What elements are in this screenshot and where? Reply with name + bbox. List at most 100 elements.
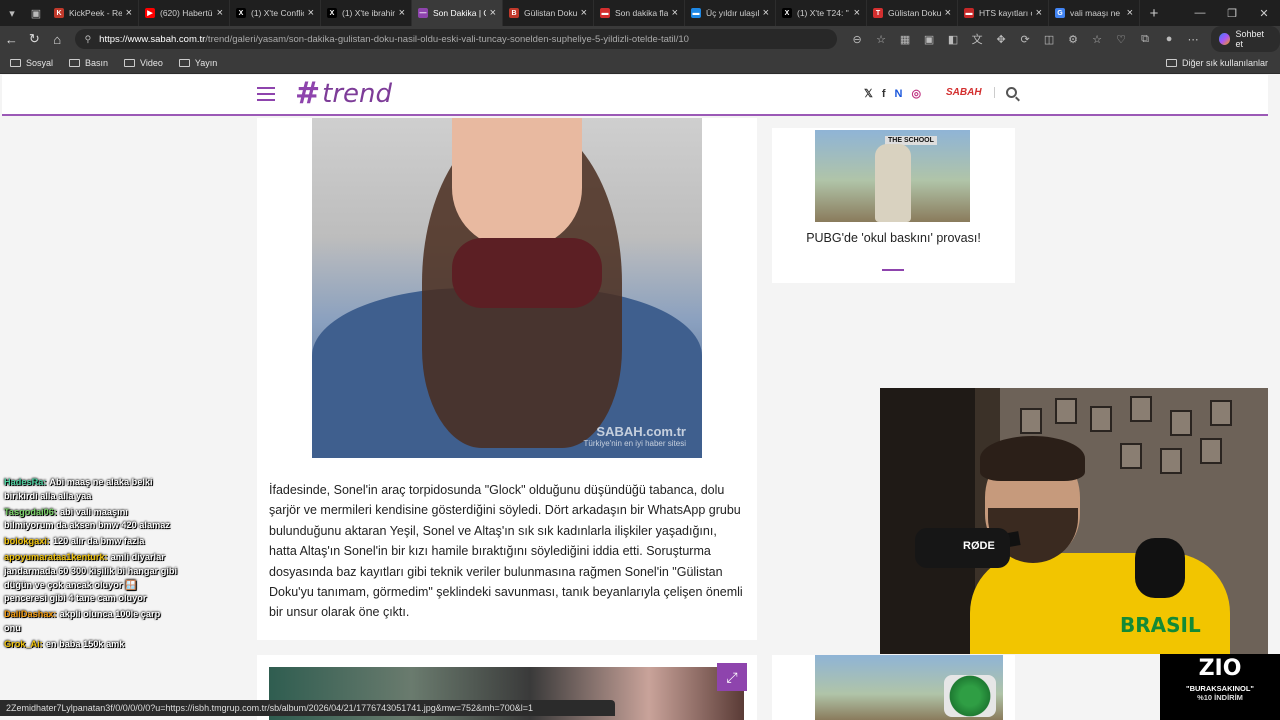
tab-title: KickPeek - Rea — [69, 8, 122, 18]
browser-tab[interactable]: T Gülistan Doku × — [867, 0, 958, 26]
browser-tab[interactable]: — Son Dakika | G × — [412, 0, 503, 26]
favorite-star-icon[interactable]: ☆ — [869, 33, 893, 46]
expand-icon[interactable]: ⤢ — [717, 663, 747, 691]
tab-close-icon[interactable]: × — [581, 7, 587, 19]
tab-menu-icon[interactable]: ▾ — [0, 0, 24, 26]
tab-close-icon[interactable]: × — [1036, 7, 1042, 19]
reload-icon[interactable]: ↻ — [23, 31, 46, 47]
status-url: https://isbh.tmgrup.com.tr/sb/album/2026… — [165, 703, 534, 713]
reader-icon[interactable]: ⊖ — [845, 33, 869, 46]
chat-username: apoyumarataa1kenturk: — [4, 551, 108, 562]
tab-close-icon[interactable]: × — [854, 7, 860, 19]
browser-tab[interactable]: Gvali maaşı ne k × — [1049, 0, 1140, 26]
tab-close-icon[interactable]: × — [126, 7, 132, 19]
instagram-icon[interactable]: ◎ — [912, 87, 922, 100]
related-news-card[interactable]: THE SCHOOL PUBG'de 'okul baskını' provas… — [772, 128, 1015, 283]
logo-word: trend — [322, 79, 393, 109]
folder-icon — [124, 58, 136, 67]
tab-close-icon[interactable]: × — [1127, 7, 1133, 19]
minimize-icon[interactable]: — — [1184, 7, 1216, 20]
watermark-sub: Türkiye'nin en iyi haber sitesi — [583, 439, 686, 448]
browser-tab[interactable]: X (1) X'te Conflic × — [230, 0, 321, 26]
search-icon[interactable] — [1006, 87, 1017, 98]
extension-icon[interactable]: ▣ — [917, 33, 941, 46]
tab-title: HTS kayıtları o — [979, 8, 1032, 18]
bookmark-label: Sosyal — [26, 57, 54, 68]
facebook-icon[interactable]: f — [882, 88, 886, 100]
other-favorites-label: Diğer sık kullanılanlar — [1181, 57, 1268, 68]
news-icon[interactable]: N — [895, 88, 903, 100]
tab-favicon-icon: — — [418, 8, 428, 18]
back-icon[interactable]: ← — [0, 32, 23, 47]
tab-title: Üç yıldır ulaşıl — [706, 8, 759, 18]
watermark-main: SABAH.com.tr — [596, 424, 686, 439]
translate-icon[interactable]: 文 — [965, 31, 989, 47]
folder-icon — [69, 58, 81, 67]
avatar[interactable]: ● — [1157, 33, 1181, 45]
tab-close-icon[interactable]: × — [399, 7, 405, 19]
sabah-logo[interactable]: SABAH — [946, 87, 995, 98]
browser-tab-strip: ▾ ▣ K KickPeek - Rea × ▶ (620) Habertür × X (1)… — [0, 0, 1280, 26]
related-news-title[interactable]: PUBG'de 'okul baskını' provası! — [792, 230, 995, 246]
browser-tab[interactable]: ▶ (620) Habertür × — [139, 0, 230, 26]
chat-button[interactable]: Sohbet et — [1211, 26, 1280, 52]
favorites-icon[interactable]: ☆ — [1085, 33, 1109, 46]
close-window-icon[interactable]: ✕ — [1248, 7, 1280, 20]
sponsor-promo: ZIO "BURAKSAKINOL" %10 İNDİRİM — [1160, 654, 1280, 720]
tab-title: Son Dakika | G — [433, 8, 486, 18]
extensions-icon[interactable]: ⚙ — [1061, 33, 1085, 46]
home-icon[interactable]: ⌂ — [46, 32, 69, 47]
extension-icon[interactable]: ⟳ — [1013, 33, 1037, 46]
browser-tab[interactable]: K KickPeek - Rea × — [48, 0, 139, 26]
tab-close-icon[interactable]: × — [217, 7, 223, 19]
chat-username: Grok_Ai: — [4, 638, 43, 649]
collections-icon[interactable]: ⧉ — [1133, 33, 1157, 46]
related-news-card-2[interactable] — [772, 655, 1015, 720]
extension-icon[interactable]: ▦ — [893, 33, 917, 46]
other-favorites[interactable]: Diğer sık kullanılanlar — [1165, 57, 1268, 68]
article-card: SABAH.com.tr Türkiye'nin en iyi haber si… — [257, 118, 757, 640]
more-menu-icon[interactable]: ⋯ — [1181, 33, 1205, 46]
workspaces-icon[interactable]: ▣ — [24, 0, 48, 26]
related-news-thumbnail[interactable]: THE SCHOOL — [815, 130, 970, 222]
tab-close-icon[interactable]: × — [945, 7, 951, 19]
chat-message: DaliDashax: akpli olunca 100le çarp onu — [4, 608, 179, 636]
browser-tab[interactable]: X (1) X'te T24: " × — [776, 0, 867, 26]
folder-icon — [178, 58, 190, 67]
x-icon[interactable]: 𝕏 — [864, 87, 873, 100]
tab-close-icon[interactable]: × — [763, 7, 769, 19]
extension-icon[interactable]: ◧ — [941, 33, 965, 46]
url-field[interactable]: ⚲ https://www.sabah.com.tr/trend/galeri/… — [74, 29, 838, 49]
trend-logo[interactable]: # trend — [295, 76, 393, 111]
chat-username: Tasgodai06: — [4, 506, 57, 517]
logo-hash: # — [295, 76, 321, 111]
browser-tab[interactable]: X (1) X'te ibrahim × — [321, 0, 412, 26]
hamburger-menu-icon[interactable] — [257, 87, 275, 105]
url-domain: https://www.sabah.com.tr — [99, 33, 206, 45]
browser-tab[interactable]: ▬ Üç yıldır ulaşıl × — [685, 0, 776, 26]
bookmark-folder[interactable]: Sosyal — [10, 58, 53, 68]
promo-code: "BURAKSAKINOL" — [1186, 684, 1254, 693]
new-tab-button[interactable]: + — [1140, 5, 1168, 22]
extension-icon[interactable]: ✥ — [989, 33, 1013, 46]
window-controls: — ❐ ✕ — [1184, 7, 1280, 20]
tab-title: vali maaşı ne k — [1070, 8, 1123, 18]
restore-icon[interactable]: ❐ — [1216, 7, 1248, 20]
browser-tab[interactable]: B Gülistan Doku × — [503, 0, 594, 26]
tab-close-icon[interactable]: × — [672, 7, 678, 19]
tab-title: (620) Habertür — [160, 8, 213, 18]
bookmark-folder[interactable]: Video — [124, 58, 163, 68]
tab-favicon-icon: G — [1055, 8, 1065, 18]
tab-close-icon[interactable]: × — [308, 7, 314, 19]
browser-tab[interactable]: ▬ Son dakika flaş × — [594, 0, 685, 26]
gallery-photo[interactable]: SABAH.com.tr Türkiye'nin en iyi haber si… — [312, 118, 702, 458]
bookmark-folder[interactable]: Yayın — [178, 58, 217, 68]
bookmarks-bar: Sosyal Basın Video Yayın Diğer sık kullanıl… — [0, 52, 1280, 74]
heart-icon[interactable]: ♡ — [1109, 33, 1133, 46]
tab-close-icon[interactable]: × — [490, 7, 496, 19]
bookmark-folder[interactable]: Basın — [69, 58, 108, 68]
split-screen-icon[interactable]: ◫ — [1037, 33, 1061, 46]
browser-tab[interactable]: ▬ HTS kayıtları o × — [958, 0, 1049, 26]
site-info-icon[interactable]: ⚲ — [85, 34, 92, 45]
bookmark-label: Video — [140, 57, 163, 68]
